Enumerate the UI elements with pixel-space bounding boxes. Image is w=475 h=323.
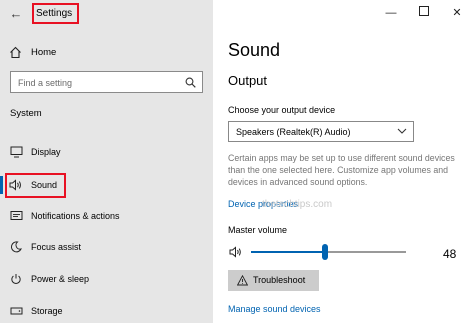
- sidebar-item-label: Notifications & actions: [31, 211, 120, 221]
- troubleshoot-label: Troubleshoot: [253, 275, 306, 285]
- sidebar-item-notifications[interactable]: Notifications & actions: [0, 205, 213, 227]
- home-icon: [8, 45, 22, 59]
- notifications-icon: [9, 209, 23, 223]
- search-input[interactable]: [18, 76, 178, 89]
- sidebar-item-power-sleep[interactable]: Power & sleep: [0, 268, 213, 290]
- sidebar-item-label: Power & sleep: [31, 274, 90, 284]
- watermark: thetechtips.com: [262, 199, 333, 210]
- nav-home[interactable]: Home: [8, 43, 56, 61]
- power-icon: [9, 272, 23, 286]
- back-arrow-icon[interactable]: ←: [8, 6, 24, 22]
- chevron-down-icon: [397, 128, 407, 134]
- moon-icon: [9, 240, 23, 254]
- app-title: Settings: [36, 8, 73, 19]
- master-volume-label: Master volume: [228, 225, 288, 235]
- display-icon: [9, 145, 23, 159]
- sidebar-item-label: Display: [31, 147, 61, 157]
- search-box[interactable]: [10, 71, 203, 93]
- output-device-value: Speakers (Realtek(R) Audio): [236, 127, 351, 137]
- manage-sound-devices-link[interactable]: Manage sound devices: [228, 304, 321, 314]
- volume-slider-thumb[interactable]: [322, 244, 328, 260]
- search-icon[interactable]: [185, 77, 196, 88]
- warning-icon: [237, 275, 248, 286]
- nav-home-label: Home: [31, 46, 57, 58]
- sidebar-item-label: Focus assist: [31, 242, 82, 252]
- choose-output-label: Choose your output device: [228, 105, 336, 115]
- output-heading: Output: [228, 73, 268, 88]
- output-device-dropdown[interactable]: Speakers (Realtek(R) Audio): [228, 121, 414, 142]
- troubleshoot-button[interactable]: Troubleshoot: [228, 270, 319, 291]
- sidebar-item-label: Storage: [31, 306, 63, 316]
- sidebar-item-storage[interactable]: Storage: [0, 300, 213, 322]
- volume-value: 48: [443, 247, 457, 261]
- output-description: Certain apps may be set up to use differ…: [228, 153, 455, 187]
- maximize-icon[interactable]: [417, 6, 431, 20]
- section-title: System: [10, 108, 42, 119]
- close-icon[interactable]: ✕: [450, 6, 464, 20]
- master-volume-slider[interactable]: [251, 244, 406, 260]
- sidebar-item-focus-assist[interactable]: Focus assist: [0, 236, 213, 258]
- sound-highlight-box: [5, 173, 66, 198]
- minimize-icon[interactable]: —: [384, 6, 398, 20]
- page-title: Sound: [228, 40, 281, 60]
- sidebar-item-display[interactable]: Display: [0, 141, 213, 163]
- storage-icon: [9, 304, 23, 318]
- volume-icon[interactable]: [229, 245, 243, 259]
- volume-slider-fill: [251, 251, 325, 253]
